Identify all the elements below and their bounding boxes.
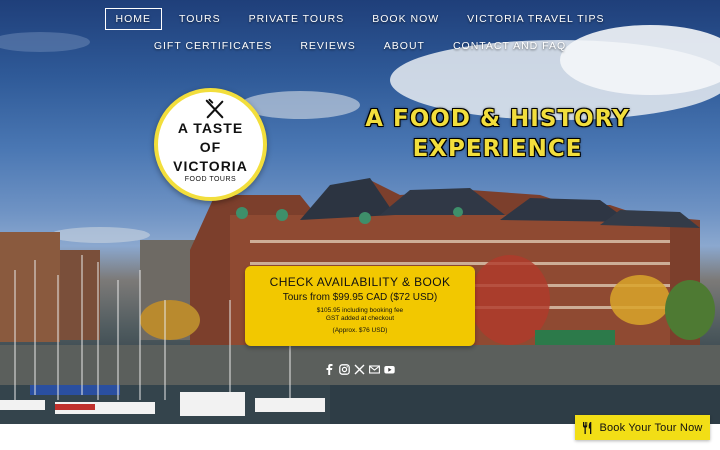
- youtube-icon[interactable]: [384, 364, 395, 375]
- main-navigation: HOME TOURS PRIVATE TOURS BOOK NOW VICTOR…: [0, 8, 720, 57]
- nav-home[interactable]: HOME: [104, 8, 163, 30]
- nav-gift-certificates[interactable]: GIFT CERTIFICATES: [143, 35, 284, 57]
- booking-title: CHECK AVAILABILITY & BOOK: [269, 275, 451, 289]
- fork-knife-icon: [205, 98, 224, 119]
- nav-book-now[interactable]: BOOK NOW: [361, 8, 450, 30]
- book-your-tour-button[interactable]: Book Your Tour Now: [575, 415, 710, 440]
- social-links: [324, 364, 395, 375]
- headline-line-2: EXPERIENCE: [412, 136, 583, 162]
- site-logo[interactable]: A TASTE OF VICTORIA FOOD TOURS: [154, 88, 267, 201]
- check-availability-button[interactable]: CHECK AVAILABILITY & BOOK Tours from $99…: [245, 266, 475, 346]
- nav-reviews[interactable]: REVIEWS: [289, 35, 366, 57]
- book-your-tour-label: Book Your Tour Now: [599, 421, 703, 434]
- logo-line-a-taste: A TASTE: [177, 120, 244, 136]
- booking-approx: (Approx. $76 USD): [332, 327, 388, 334]
- booking-fee: $105.95 including booking fee: [316, 307, 404, 314]
- headline-line-1: A FOOD & HISTORY: [365, 106, 630, 132]
- fork-knife-icon: [583, 421, 592, 434]
- instagram-icon[interactable]: [339, 364, 350, 375]
- nav-private-tours[interactable]: PRIVATE TOURS: [238, 8, 356, 30]
- logo-line-victoria: VICTORIA: [173, 158, 248, 174]
- email-icon[interactable]: [369, 364, 380, 375]
- facebook-icon[interactable]: [324, 364, 335, 375]
- hero-headline: A FOOD & HISTORY EXPERIENCE: [345, 104, 650, 164]
- nav-contact-and-faq[interactable]: CONTACT AND FAQ: [442, 35, 577, 57]
- nav-row-secondary: GIFT CERTIFICATES REVIEWS ABOUT CONTACT …: [0, 35, 720, 57]
- logo-line-food-tours: FOOD TOURS: [184, 176, 237, 183]
- booking-gst: GST added at checkout: [325, 315, 395, 322]
- nav-about[interactable]: ABOUT: [373, 35, 436, 57]
- nav-victoria-travel-tips[interactable]: VICTORIA TRAVEL TIPS: [456, 8, 615, 30]
- hero-background-image: [0, 25, 720, 424]
- nav-row-primary: HOME TOURS PRIVATE TOURS BOOK NOW VICTOR…: [0, 8, 720, 30]
- logo-line-of: OF: [199, 139, 222, 155]
- x-icon[interactable]: [354, 364, 365, 375]
- booking-price: Tours from $99.95 CAD ($72 USD): [282, 292, 438, 303]
- hero-banner: [0, 0, 720, 424]
- nav-tours[interactable]: TOURS: [168, 8, 232, 30]
